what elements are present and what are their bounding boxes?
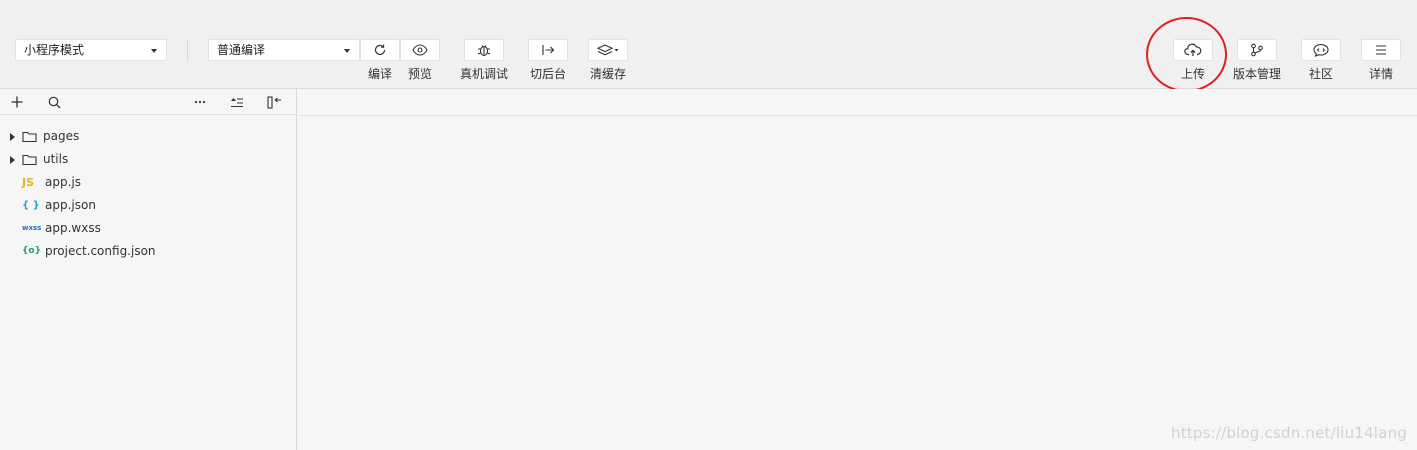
- tree-item-label: app.js: [45, 175, 81, 189]
- js-file-icon: JS: [22, 176, 35, 189]
- collapse-panel-icon[interactable]: [266, 94, 282, 110]
- tree-file-app-wxss[interactable]: wxss app.wxss: [0, 217, 296, 240]
- file-explorer: pages utils JS app.js { } app.json wxss …: [0, 89, 297, 450]
- main-toolbar: 小程序模式 普通编译 编译 预览 真机调试 切后台 清缓存 上传 版本管理 社区…: [0, 0, 1417, 92]
- config-file-icon: {o}: [22, 246, 41, 256]
- community-label: 社区: [1308, 67, 1333, 81]
- remote-debug-label: 真机调试: [459, 67, 508, 81]
- tree-item-label: utils: [43, 152, 69, 166]
- bug-icon: [477, 45, 491, 57]
- chevron-down-icon: [344, 49, 350, 53]
- preview-button[interactable]: [400, 39, 440, 61]
- compile-select-value: 普通编译: [217, 43, 266, 57]
- compile-label: 编译: [367, 67, 392, 81]
- clear-cache-label: 清缓存: [589, 67, 626, 81]
- chevron-right-icon[interactable]: [10, 133, 15, 141]
- compile-mode-select[interactable]: 普通编译: [208, 39, 360, 61]
- git-branch-icon: [1251, 43, 1263, 57]
- watermark: https://blog.csdn.net/liu14lang: [1171, 424, 1407, 442]
- wxss-file-icon: wxss: [22, 224, 42, 232]
- community-button[interactable]: [1301, 39, 1341, 61]
- tree-file-app-js[interactable]: JS app.js: [0, 171, 296, 194]
- eye-icon: [412, 44, 428, 56]
- tree-item-label: app.wxss: [45, 221, 101, 235]
- toolbar-divider: [187, 39, 188, 61]
- tree-file-project-config[interactable]: {o} project.config.json: [0, 240, 296, 263]
- mode-select[interactable]: 小程序模式: [15, 39, 167, 61]
- add-icon[interactable]: [9, 94, 25, 110]
- compile-button[interactable]: [360, 39, 400, 61]
- background-button[interactable]: [528, 39, 568, 61]
- chevron-down-icon: [151, 49, 157, 53]
- explorer-toolbar: [0, 89, 296, 115]
- editor-area: https://blog.csdn.net/liu14lang: [298, 89, 1417, 450]
- tree-item-label: project.config.json: [45, 244, 156, 258]
- details-button[interactable]: [1361, 39, 1401, 61]
- remote-debug-button[interactable]: [464, 39, 504, 61]
- refresh-icon: [374, 44, 386, 56]
- folder-icon: [22, 154, 37, 166]
- tree-file-app-json[interactable]: { } app.json: [0, 194, 296, 217]
- version-label: 版本管理: [1232, 67, 1281, 81]
- chevron-right-icon[interactable]: [10, 156, 15, 164]
- details-label: 详情: [1368, 67, 1393, 81]
- folder-icon: [22, 131, 37, 143]
- preview-label: 预览: [407, 67, 432, 81]
- tree-folder-pages[interactable]: pages: [0, 125, 296, 148]
- background-label: 切后台: [529, 67, 566, 81]
- tree-item-label: pages: [43, 129, 80, 143]
- tree-item-label: app.json: [45, 198, 96, 212]
- menu-icon: [1376, 45, 1386, 55]
- editor-tab-bar: [298, 89, 1417, 116]
- tree-folder-utils[interactable]: utils: [0, 148, 296, 171]
- json-file-icon: { }: [22, 200, 40, 211]
- switch-background-icon: [542, 45, 555, 55]
- chat-code-icon: [1313, 43, 1329, 57]
- sort-icon[interactable]: [229, 94, 245, 110]
- layers-icon: [597, 44, 619, 56]
- search-icon[interactable]: [46, 94, 62, 110]
- clear-cache-button[interactable]: [588, 39, 628, 61]
- mode-select-value: 小程序模式: [24, 43, 85, 57]
- more-icon[interactable]: [192, 94, 208, 110]
- file-tree: pages utils JS app.js { } app.json wxss …: [0, 115, 296, 263]
- upload-highlight-circle: [1146, 17, 1227, 92]
- version-management-button[interactable]: [1237, 39, 1277, 61]
